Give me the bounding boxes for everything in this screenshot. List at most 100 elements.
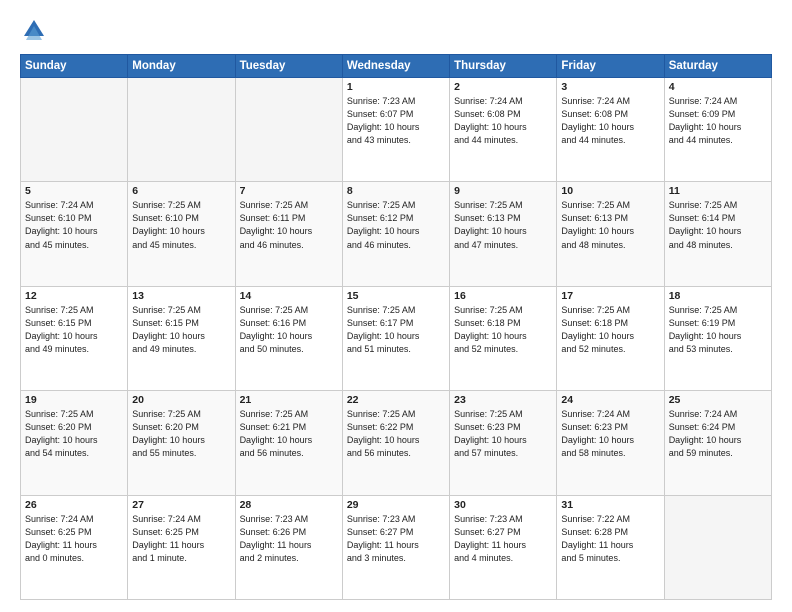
calendar-cell [128, 78, 235, 182]
day-number: 18 [669, 290, 767, 302]
day-info: Sunrise: 7:25 AM Sunset: 6:11 PM Dayligh… [240, 199, 338, 251]
calendar-cell: 29 Sunrise: 7:23 AM Sunset: 6:27 PM Dayli… [342, 495, 449, 599]
calendar-header-sunday: Sunday [21, 55, 128, 78]
day-info: Sunrise: 7:24 AM Sunset: 6:08 PM Dayligh… [561, 95, 659, 147]
day-info: Sunrise: 7:24 AM Sunset: 6:23 PM Dayligh… [561, 408, 659, 460]
calendar-cell: 3Sunrise: 7:24 AM Sunset: 6:08 PM Daylig… [557, 78, 664, 182]
day-info: Sunrise: 7:23 AM Sunset: 6:07 PM Dayligh… [347, 95, 445, 147]
day-info: Sunrise: 7:25 AM Sunset: 6:15 PM Dayligh… [25, 304, 123, 356]
day-info: Sunrise: 7:25 AM Sunset: 6:18 PM Dayligh… [561, 304, 659, 356]
day-info: Sunrise: 7:25 AM Sunset: 6:19 PM Dayligh… [669, 304, 767, 356]
day-info: Sunrise: 7:25 AM Sunset: 6:21 PM Dayligh… [240, 408, 338, 460]
page: SundayMondayTuesdayWednesdayThursdayFrid… [0, 0, 792, 612]
calendar-week-1: 1 Sunrise: 7:23 AM Sunset: 6:07 PM Daylig… [21, 78, 772, 182]
calendar-cell: 24Sunrise: 7:24 AM Sunset: 6:23 PM Dayli… [557, 391, 664, 495]
day-info: Sunrise: 7:23 AM Sunset: 6:26 PM Dayligh… [240, 513, 338, 565]
calendar-cell: 17 Sunrise: 7:25 AM Sunset: 6:18 PM Dayli… [557, 286, 664, 390]
day-number: 20 [132, 394, 230, 406]
calendar-cell: 26 Sunrise: 7:24 AM Sunset: 6:25 PM Dayli… [21, 495, 128, 599]
day-number: 13 [132, 290, 230, 302]
day-number: 29 [347, 499, 445, 511]
calendar-cell: 6 Sunrise: 7:25 AM Sunset: 6:10 PM Daylig… [128, 182, 235, 286]
day-info: Sunrise: 7:25 AM Sunset: 6:16 PM Dayligh… [240, 304, 338, 356]
day-number: 19 [25, 394, 123, 406]
calendar-cell: 28 Sunrise: 7:23 AM Sunset: 6:26 PM Dayli… [235, 495, 342, 599]
day-info: Sunrise: 7:24 AM Sunset: 6:25 PM Dayligh… [25, 513, 123, 565]
calendar-week-3: 12 Sunrise: 7:25 AM Sunset: 6:15 PM Dayli… [21, 286, 772, 390]
day-info: Sunrise: 7:24 AM Sunset: 6:24 PM Dayligh… [669, 408, 767, 460]
day-info: Sunrise: 7:25 AM Sunset: 6:12 PM Dayligh… [347, 199, 445, 251]
day-number: 15 [347, 290, 445, 302]
day-number: 7 [240, 185, 338, 197]
calendar-cell: 7 Sunrise: 7:25 AM Sunset: 6:11 PM Daylig… [235, 182, 342, 286]
day-info: Sunrise: 7:25 AM Sunset: 6:10 PM Dayligh… [132, 199, 230, 251]
calendar-cell: 11 Sunrise: 7:25 AM Sunset: 6:14 PM Dayli… [664, 182, 771, 286]
calendar-cell: 1 Sunrise: 7:23 AM Sunset: 6:07 PM Daylig… [342, 78, 449, 182]
calendar-cell: 18 Sunrise: 7:25 AM Sunset: 6:19 PM Dayli… [664, 286, 771, 390]
calendar-table: SundayMondayTuesdayWednesdayThursdayFrid… [20, 54, 772, 600]
day-info: Sunrise: 7:25 AM Sunset: 6:15 PM Dayligh… [132, 304, 230, 356]
calendar-cell: 2Sunrise: 7:24 AM Sunset: 6:08 PM Daylig… [450, 78, 557, 182]
calendar-cell: 15 Sunrise: 7:25 AM Sunset: 6:17 PM Dayli… [342, 286, 449, 390]
day-number: 10 [561, 185, 659, 197]
day-number: 27 [132, 499, 230, 511]
calendar-cell [664, 495, 771, 599]
day-info: Sunrise: 7:24 AM Sunset: 6:09 PM Dayligh… [669, 95, 767, 147]
day-info: Sunrise: 7:24 AM Sunset: 6:10 PM Dayligh… [25, 199, 123, 251]
calendar-week-5: 26 Sunrise: 7:24 AM Sunset: 6:25 PM Dayli… [21, 495, 772, 599]
calendar-week-4: 19 Sunrise: 7:25 AM Sunset: 6:20 PM Dayli… [21, 391, 772, 495]
calendar-cell: 4 Sunrise: 7:24 AM Sunset: 6:09 PM Daylig… [664, 78, 771, 182]
day-info: Sunrise: 7:23 AM Sunset: 6:27 PM Dayligh… [347, 513, 445, 565]
calendar-week-2: 5 Sunrise: 7:24 AM Sunset: 6:10 PM Daylig… [21, 182, 772, 286]
day-number: 1 [347, 81, 445, 93]
calendar-cell: 23 Sunrise: 7:25 AM Sunset: 6:23 PM Dayli… [450, 391, 557, 495]
calendar-header-saturday: Saturday [664, 55, 771, 78]
day-info: Sunrise: 7:25 AM Sunset: 6:18 PM Dayligh… [454, 304, 552, 356]
day-number: 14 [240, 290, 338, 302]
day-number: 30 [454, 499, 552, 511]
day-number: 26 [25, 499, 123, 511]
day-info: Sunrise: 7:25 AM Sunset: 6:14 PM Dayligh… [669, 199, 767, 251]
calendar-cell: 21Sunrise: 7:25 AM Sunset: 6:21 PM Dayli… [235, 391, 342, 495]
day-number: 22 [347, 394, 445, 406]
day-info: Sunrise: 7:25 AM Sunset: 6:13 PM Dayligh… [454, 199, 552, 251]
calendar-cell: 8Sunrise: 7:25 AM Sunset: 6:12 PM Daylig… [342, 182, 449, 286]
day-number: 11 [669, 185, 767, 197]
day-info: Sunrise: 7:22 AM Sunset: 6:28 PM Dayligh… [561, 513, 659, 565]
calendar-cell: 13 Sunrise: 7:25 AM Sunset: 6:15 PM Dayli… [128, 286, 235, 390]
calendar-header-friday: Friday [557, 55, 664, 78]
day-number: 23 [454, 394, 552, 406]
calendar-header-wednesday: Wednesday [342, 55, 449, 78]
calendar-header-thursday: Thursday [450, 55, 557, 78]
day-info: Sunrise: 7:24 AM Sunset: 6:25 PM Dayligh… [132, 513, 230, 565]
day-number: 31 [561, 499, 659, 511]
calendar-header-monday: Monday [128, 55, 235, 78]
calendar-cell: 30Sunrise: 7:23 AM Sunset: 6:27 PM Dayli… [450, 495, 557, 599]
day-info: Sunrise: 7:25 AM Sunset: 6:22 PM Dayligh… [347, 408, 445, 460]
day-number: 5 [25, 185, 123, 197]
day-number: 12 [25, 290, 123, 302]
header [20, 16, 772, 44]
calendar-cell [235, 78, 342, 182]
day-number: 4 [669, 81, 767, 93]
calendar-cell: 9 Sunrise: 7:25 AM Sunset: 6:13 PM Daylig… [450, 182, 557, 286]
logo [20, 16, 52, 44]
day-info: Sunrise: 7:25 AM Sunset: 6:20 PM Dayligh… [132, 408, 230, 460]
day-number: 6 [132, 185, 230, 197]
calendar-cell: 27 Sunrise: 7:24 AM Sunset: 6:25 PM Dayli… [128, 495, 235, 599]
logo-icon [20, 16, 48, 44]
day-info: Sunrise: 7:24 AM Sunset: 6:08 PM Dayligh… [454, 95, 552, 147]
day-number: 17 [561, 290, 659, 302]
day-info: Sunrise: 7:25 AM Sunset: 6:23 PM Dayligh… [454, 408, 552, 460]
day-number: 9 [454, 185, 552, 197]
calendar-header-tuesday: Tuesday [235, 55, 342, 78]
day-number: 16 [454, 290, 552, 302]
calendar-cell: 25Sunrise: 7:24 AM Sunset: 6:24 PM Dayli… [664, 391, 771, 495]
calendar-cell: 5 Sunrise: 7:24 AM Sunset: 6:10 PM Daylig… [21, 182, 128, 286]
calendar-cell [21, 78, 128, 182]
calendar-cell: 12 Sunrise: 7:25 AM Sunset: 6:15 PM Dayli… [21, 286, 128, 390]
day-number: 28 [240, 499, 338, 511]
day-info: Sunrise: 7:25 AM Sunset: 6:17 PM Dayligh… [347, 304, 445, 356]
day-info: Sunrise: 7:25 AM Sunset: 6:13 PM Dayligh… [561, 199, 659, 251]
day-info: Sunrise: 7:25 AM Sunset: 6:20 PM Dayligh… [25, 408, 123, 460]
